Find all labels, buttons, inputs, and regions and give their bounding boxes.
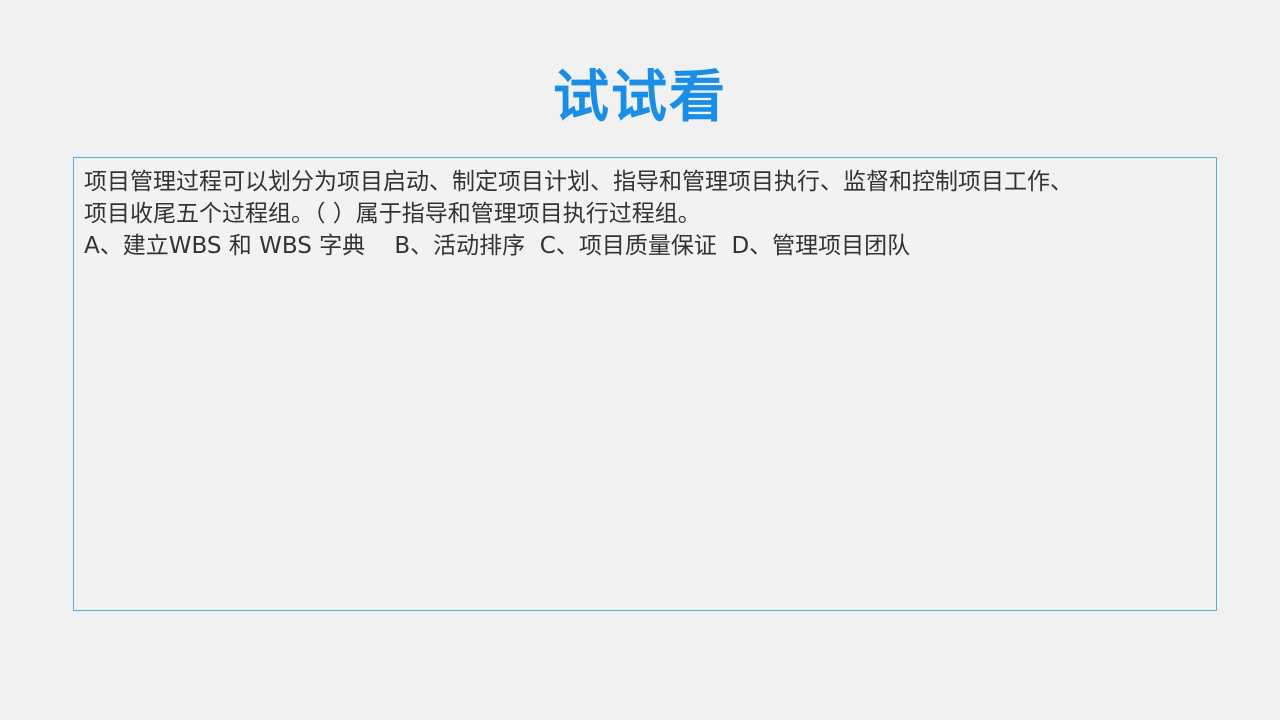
option-a: A、建立WBS 和 WBS 字典 [84, 233, 366, 259]
options-line: A、建立WBS 和 WBS 字典 B、活动排序 C、项目质量保证 D、管理项目团… [84, 230, 1212, 262]
slide-title: 试试看 [553, 65, 727, 130]
question-box: 项目管理过程可以划分为项目启动、制定项目计划、指导和管理项目执行、监督和控制项目… [73, 157, 1217, 611]
option-d: D、管理项目团队 [731, 233, 911, 259]
question-stem-line-1: 项目管理过程可以划分为项目启动、制定项目计划、指导和管理项目执行、监督和控制项目… [84, 169, 1073, 195]
question-text: 项目管理过程可以划分为项目启动、制定项目计划、指导和管理项目执行、监督和控制项目… [84, 166, 1212, 262]
question-stem-line-2: 项目收尾五个过程组。（ ）属于指导和管理项目执行过程组。 [84, 201, 701, 227]
option-b: B、活动排序 [394, 233, 526, 259]
option-c: C、项目质量保证 [539, 233, 717, 259]
